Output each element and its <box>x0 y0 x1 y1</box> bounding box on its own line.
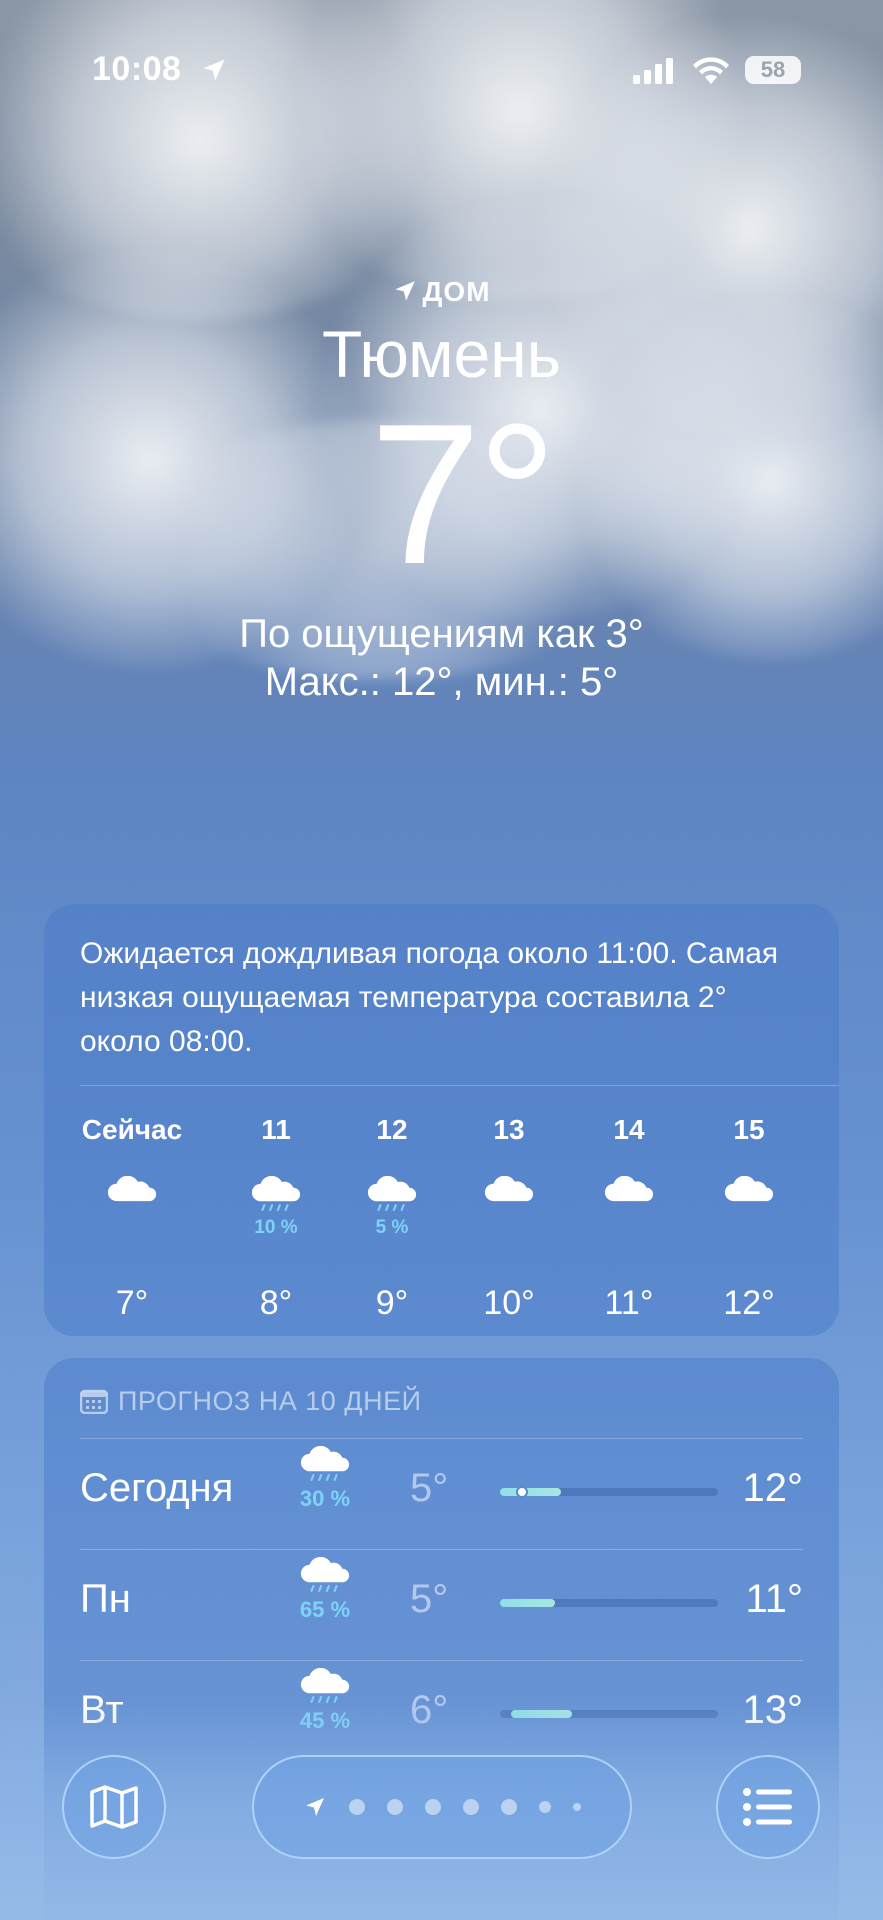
location-label: ДОМ <box>0 276 883 308</box>
hour-temp: 11° <box>604 1284 654 1322</box>
wifi-icon <box>693 57 729 84</box>
cloud-rain-icon: 5 % <box>337 1154 447 1244</box>
forecast-day-row[interactable]: Сегодня 30 % 5° 12° <box>80 1438 803 1549</box>
cloud-icon <box>77 1154 187 1244</box>
hour-item: 11 10 % 8° <box>221 1114 331 1322</box>
divider <box>80 1549 803 1550</box>
min-max-temperature: Макс.: 12°, мин.: 5° <box>264 660 619 704</box>
status-bar: 10:08 58 <box>0 50 883 96</box>
precip-chance: 30 % <box>299 1485 351 1511</box>
day-name: Сегодня <box>80 1466 234 1510</box>
forecast-day-row[interactable]: Пн 65 % 5° 11° <box>80 1549 803 1660</box>
day-min-temp: 5° <box>410 1466 449 1510</box>
hour-label: 12 <box>376 1114 408 1145</box>
page-dot[interactable] <box>573 1803 581 1811</box>
location-arrow-icon <box>395 281 416 301</box>
city-name: Тюмень <box>321 317 562 391</box>
city-list-button[interactable] <box>716 1755 820 1859</box>
status-time: 10:08 <box>92 50 182 88</box>
hour-label: 13 <box>493 1114 525 1145</box>
feels-like: По ощущениям как 3° <box>239 612 644 656</box>
hour-item: 12 5 % 9° <box>337 1114 447 1322</box>
hour-label: Сейчас <box>81 1114 183 1145</box>
location-arrow-icon <box>306 1798 324 1816</box>
battery-indicator: 58 <box>745 56 801 84</box>
hour-item: 14 11° <box>574 1114 684 1322</box>
cloud-icon <box>454 1154 564 1244</box>
precip-chance: 5 % <box>375 1216 409 1238</box>
calendar-icon <box>79 1389 109 1415</box>
list-icon <box>743 1788 792 1826</box>
map-button[interactable] <box>62 1755 166 1859</box>
hour-item: 15 12° <box>694 1114 804 1322</box>
page-indicator[interactable] <box>252 1755 632 1859</box>
cloud-rain-icon: 65 % <box>285 1556 365 1623</box>
hour-label: 14 <box>613 1114 645 1145</box>
temperature-range-fill <box>500 1488 562 1496</box>
current-temp-dot <box>515 1486 528 1498</box>
page-dot[interactable] <box>349 1799 365 1815</box>
precip-chance: 10 % <box>254 1216 298 1238</box>
weather-summary: Ожидается дождливая погода около 11:00. … <box>80 937 779 1058</box>
hour-temp: 8° <box>259 1284 293 1322</box>
hour-temp: 12° <box>723 1284 775 1322</box>
home-label-text: ДОМ <box>422 276 491 307</box>
precip-chance: 65 % <box>299 1596 351 1622</box>
day-max-temp: 12° <box>742 1466 804 1510</box>
page-dot[interactable] <box>387 1799 403 1815</box>
cloud-rain-icon: 10 % <box>221 1154 331 1244</box>
hour-temp: 7° <box>115 1284 149 1322</box>
divider <box>80 1438 803 1439</box>
forecast-title-text: ПРОГНОЗ НА 10 ДНЕЙ <box>118 1386 422 1416</box>
day-name: Пн <box>80 1577 131 1621</box>
hour-temp: 10° <box>483 1284 535 1322</box>
location-arrow-icon <box>203 59 225 81</box>
hour-temp: 9° <box>375 1284 409 1322</box>
cellular-signal-icon <box>633 58 673 84</box>
map-icon <box>90 1785 138 1829</box>
hour-label: 15 <box>733 1114 765 1145</box>
hourly-forecast-card[interactable]: Ожидается дождливая погода около 11:00. … <box>44 904 839 1336</box>
temperature-range-bar <box>500 1486 718 1498</box>
divider <box>80 1660 803 1661</box>
temperature-range-bar <box>500 1599 718 1607</box>
hour-item: Сейчас 7° <box>77 1114 187 1322</box>
day-max-temp: 11° <box>745 1577 803 1621</box>
temperature-range-fill <box>500 1599 555 1607</box>
page-dot[interactable] <box>539 1801 551 1813</box>
page-dot[interactable] <box>463 1799 479 1815</box>
day-min-temp: 5° <box>410 1577 449 1621</box>
divider <box>80 1085 839 1086</box>
forecast-title: ПРОГНОЗ НА 10 ДНЕЙ <box>79 1386 422 1417</box>
current-temperature: 7° <box>369 383 557 606</box>
hour-item: 13 10° <box>454 1114 564 1322</box>
hour-label: 11 <box>261 1114 291 1145</box>
cloud-icon <box>694 1154 804 1244</box>
page-dot[interactable] <box>501 1799 517 1815</box>
cloud-icon <box>574 1154 684 1244</box>
page-dot[interactable] <box>425 1799 441 1815</box>
cloud-rain-icon: 30 % <box>285 1445 365 1512</box>
